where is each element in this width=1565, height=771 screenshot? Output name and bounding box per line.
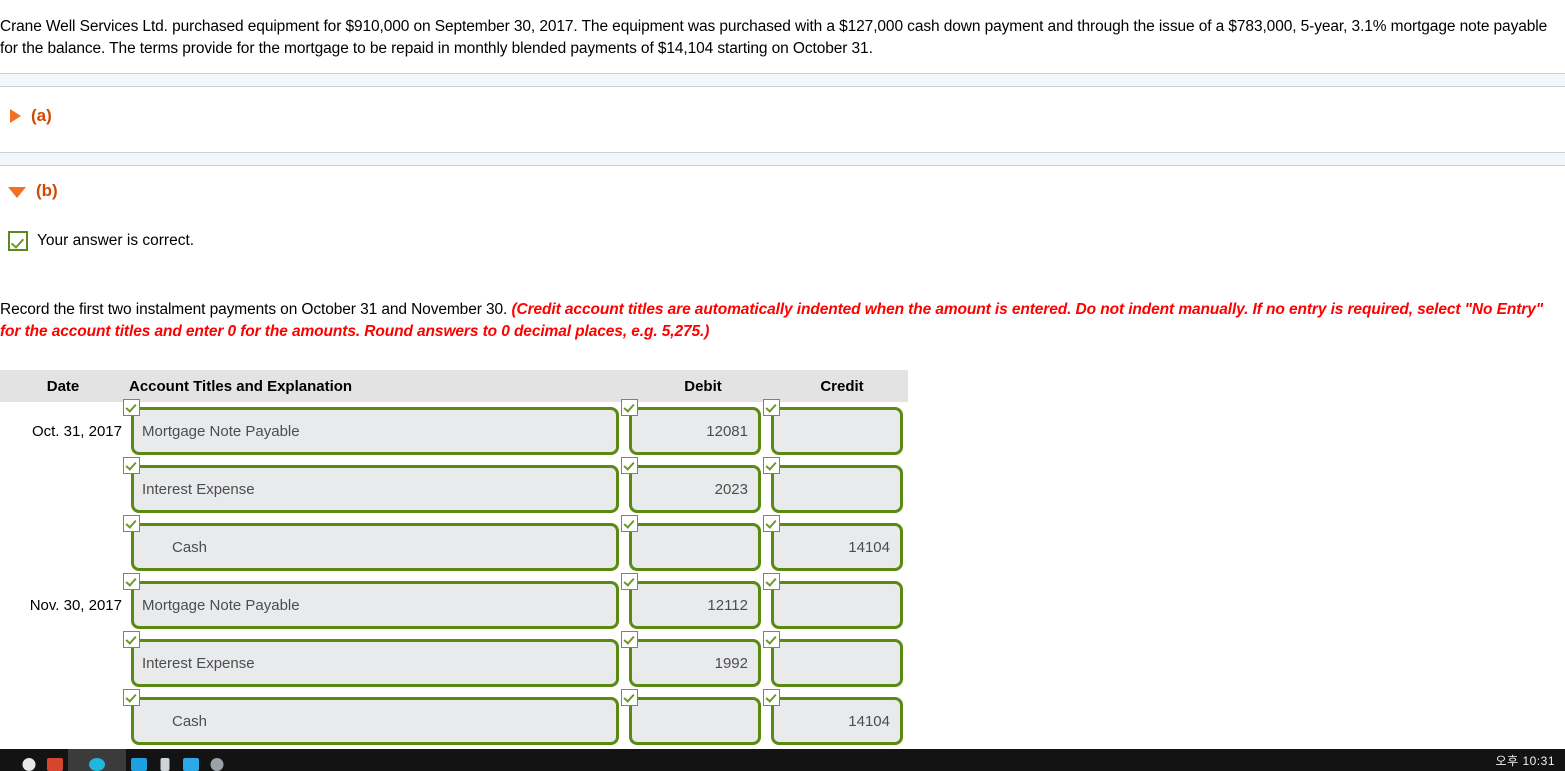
green-check-icon xyxy=(621,457,638,474)
taskbar-clock: 오후 10:31 xyxy=(1495,753,1555,768)
page-root: Crane Well Services Ltd. purchased equip… xyxy=(0,0,1565,771)
column-header-credit: Credit xyxy=(820,377,864,395)
green-check-icon xyxy=(621,689,638,706)
green-check-icon xyxy=(123,515,140,532)
account-title-input[interactable]: Interest Expense xyxy=(123,457,619,513)
green-check-icon xyxy=(621,399,638,416)
credit-amount-input-value[interactable]: 14104 xyxy=(771,523,903,571)
green-check-icon xyxy=(621,631,638,648)
start-icon[interactable] xyxy=(16,749,42,771)
account-title-input[interactable]: Cash xyxy=(123,689,619,745)
green-check-icon xyxy=(123,573,140,590)
debit-amount-input[interactable]: 12112 xyxy=(621,573,761,629)
taskbar: 오후 10:31 xyxy=(0,749,1565,771)
credit-amount-input[interactable] xyxy=(763,631,903,687)
table-row: Oct. 31, 2017 Mortgage Note Payable 12081 xyxy=(0,399,908,460)
column-header-date: Date xyxy=(46,377,80,395)
credit-amount-input[interactable] xyxy=(763,573,903,629)
problem-statement: Crane Well Services Ltd. purchased equip… xyxy=(0,17,1548,57)
debit-amount-input[interactable]: 12081 xyxy=(621,399,761,455)
section-a-label: (a) xyxy=(31,106,52,125)
column-header-account: Account Titles and Explanation xyxy=(129,377,353,395)
green-check-icon xyxy=(763,399,780,416)
account-title-input[interactable]: Interest Expense xyxy=(123,631,619,687)
app-circle-icon[interactable] xyxy=(204,749,230,771)
green-check-icon xyxy=(621,573,638,590)
app-blue-icon[interactable] xyxy=(126,749,152,771)
debit-amount-input-value[interactable]: 1992 xyxy=(629,639,761,687)
green-check-icon xyxy=(763,573,780,590)
answer-feedback: Your answer is correct. xyxy=(8,231,194,251)
account-title-input-value[interactable]: Mortgage Note Payable xyxy=(131,581,619,629)
green-check-icon xyxy=(123,689,140,706)
green-check-icon xyxy=(8,231,28,251)
account-title-input-value[interactable]: Cash xyxy=(131,697,619,745)
green-check-icon xyxy=(763,631,780,648)
debit-amount-input[interactable] xyxy=(621,515,761,571)
debit-amount-input-value[interactable] xyxy=(629,523,761,571)
debit-amount-input-value[interactable]: 12112 xyxy=(629,581,761,629)
section-header-b[interactable]: (b) xyxy=(8,182,58,199)
table-body: Oct. 31, 2017 Mortgage Note Payable 12081 I… xyxy=(0,399,908,750)
account-title-input-value[interactable]: Interest Expense xyxy=(131,465,619,513)
green-check-icon xyxy=(123,457,140,474)
app-cyan-icon[interactable] xyxy=(178,749,204,771)
table-row: Cash 14104 xyxy=(0,515,908,576)
table-header-row: Date Account Titles and Explanation Debi… xyxy=(0,370,908,402)
credit-amount-input-value[interactable] xyxy=(771,407,903,455)
green-check-icon xyxy=(123,631,140,648)
credit-amount-input-value[interactable] xyxy=(771,639,903,687)
account-title-input-value[interactable]: Mortgage Note Payable xyxy=(131,407,619,455)
instruction-plain: Record the first two instalment payments… xyxy=(0,300,512,318)
green-check-icon xyxy=(763,457,780,474)
debit-amount-input-value[interactable]: 2023 xyxy=(629,465,761,513)
debit-amount-input-value[interactable]: 12081 xyxy=(629,407,761,455)
credit-amount-input[interactable]: 14104 xyxy=(763,515,903,571)
debit-amount-input-value[interactable] xyxy=(629,697,761,745)
credit-amount-input-value[interactable] xyxy=(771,581,903,629)
instruction-text: Record the first two instalment payments… xyxy=(0,299,1562,344)
browser-active-icon[interactable] xyxy=(68,749,126,771)
section-divider-middle xyxy=(0,152,1565,166)
triangle-down-icon[interactable] xyxy=(8,187,26,198)
account-title-input[interactable]: Cash xyxy=(123,515,619,571)
green-check-icon xyxy=(763,689,780,706)
credit-amount-input[interactable] xyxy=(763,457,903,513)
debit-amount-input[interactable]: 1992 xyxy=(621,631,761,687)
table-row: Nov. 30, 2017 Mortgage Note Payable 12112 xyxy=(0,573,908,634)
app-gray-icon[interactable] xyxy=(152,749,178,771)
journal-entry-table: Date Account Titles and Explanation Debi… xyxy=(0,370,908,750)
debit-amount-input[interactable]: 2023 xyxy=(621,457,761,513)
green-check-icon xyxy=(763,515,780,532)
feedback-text: Your answer is correct. xyxy=(37,232,195,249)
credit-amount-input[interactable] xyxy=(763,399,903,455)
account-title-input[interactable]: Mortgage Note Payable xyxy=(123,573,619,629)
green-check-icon xyxy=(123,399,140,416)
debit-amount-input[interactable] xyxy=(621,689,761,745)
account-title-input[interactable]: Mortgage Note Payable xyxy=(123,399,619,455)
search-icon[interactable] xyxy=(42,749,68,771)
column-header-debit: Debit xyxy=(684,377,722,395)
credit-amount-input[interactable]: 14104 xyxy=(763,689,903,745)
table-row: Interest Expense 2023 xyxy=(0,457,908,518)
cell-date: Nov. 30, 2017 xyxy=(29,596,122,614)
account-title-input-value[interactable]: Cash xyxy=(131,523,619,571)
table-row: Interest Expense 1992 xyxy=(0,631,908,692)
credit-amount-input-value[interactable] xyxy=(771,465,903,513)
cell-date: Oct. 31, 2017 xyxy=(31,422,122,440)
triangle-right-icon[interactable] xyxy=(10,108,21,123)
section-divider-top xyxy=(0,73,1565,87)
section-header-a[interactable]: (a) xyxy=(8,107,52,124)
table-row: Cash 14104 xyxy=(0,689,908,750)
account-title-input-value[interactable]: Interest Expense xyxy=(131,639,619,687)
green-check-icon xyxy=(621,515,638,532)
section-b-label: (b) xyxy=(36,181,58,200)
credit-amount-input-value[interactable]: 14104 xyxy=(771,697,903,745)
